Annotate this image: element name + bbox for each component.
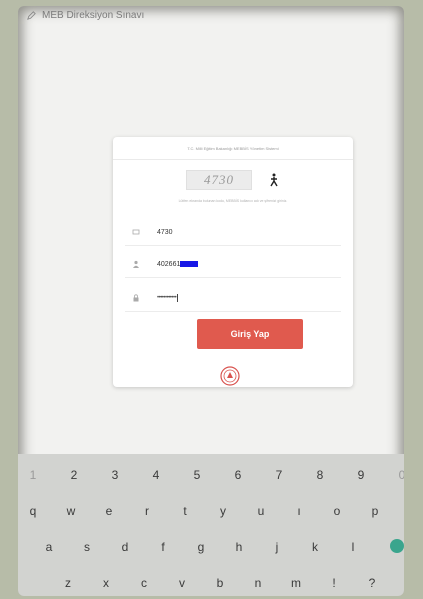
text-caret [177,294,179,302]
key-l[interactable]: l [338,532,368,562]
key-a[interactable]: a [34,532,64,562]
key-o[interactable]: o [322,496,352,526]
key-y[interactable]: y [208,496,238,526]
key-v[interactable]: v [167,568,197,596]
key-r[interactable]: r [132,496,162,526]
key-4[interactable]: 4 [141,460,171,490]
key-z[interactable]: z [53,568,83,596]
captcha-code-value: 4730 [157,228,173,236]
keyboard-row-1: qwertyuıop [18,496,404,526]
key-?[interactable]: ? [357,568,387,596]
key-x[interactable]: x [91,568,121,596]
captcha-image: 4730 [186,170,252,190]
password-value: •••••••••••• [157,294,179,302]
key-8[interactable]: 8 [305,460,335,490]
key-1[interactable]: 1 [18,460,48,490]
soft-keyboard: 1234567890 qwertyuıop asdfghjkl z x c v b n m!… [18,454,404,596]
card-header: T.C. Milli Eğitim Bakanlığı MEBBİS Yönet… [113,137,353,160]
key-w[interactable]: w [56,496,86,526]
username-value: 402661 [157,260,199,268]
key-m[interactable]: m [281,568,311,596]
key-5[interactable]: 5 [182,460,212,490]
password-field[interactable]: •••••••••••• [125,285,341,312]
key-icon [132,229,140,235]
key-ı[interactable]: ı [284,496,314,526]
captcha-row: 4730 [113,169,353,191]
key-g[interactable]: g [186,532,216,562]
keyboard-row-2: asdfghjkl [18,532,404,562]
key-2[interactable]: 2 [59,460,89,490]
key-s[interactable]: s [72,532,102,562]
key-q[interactable]: q [18,496,48,526]
key-7[interactable]: 7 [264,460,294,490]
key-e[interactable]: e [94,496,124,526]
login-button[interactable]: Giriş Yap [197,319,303,349]
username-field[interactable]: 402661 [125,251,341,278]
app-pencil-icon [27,10,36,20]
username-text: 402661 [157,260,181,268]
key-0[interactable]: 0 [387,460,404,490]
key-3[interactable]: 3 [100,460,130,490]
password-icon-box [125,287,147,309]
key-p[interactable]: p [360,496,390,526]
app-window: MEB Direksiyon Sınavı T.C. Milli Eğitim … [18,6,404,596]
key-6[interactable]: 6 [223,460,253,490]
password-dots: •••••••••••• [157,295,177,301]
keyboard-row-3: z x c v b n m!? [18,568,404,596]
key-![interactable]: ! [319,568,349,596]
username-icon-box [125,253,147,275]
key-h[interactable]: h [224,532,254,562]
audio-captcha-icon[interactable] [268,173,280,187]
key-k[interactable]: k [300,532,330,562]
key-t[interactable]: t [170,496,200,526]
user-icon [133,260,139,268]
meb-logo-icon [220,366,240,386]
key-9[interactable]: 9 [346,460,376,490]
key-f[interactable]: f [148,532,178,562]
key-j[interactable]: j [262,532,292,562]
app-title: MEB Direksiyon Sınavı [42,9,145,21]
redaction-mark [180,261,199,267]
key-c[interactable]: c [129,568,159,596]
code-field-icon-box [125,221,147,243]
key-u[interactable]: u [246,496,276,526]
enter-key[interactable] [390,539,404,553]
title-bar: MEB Direksiyon Sınavı [18,6,404,24]
login-card: T.C. Milli Eğitim Bakanlığı MEBBİS Yönet… [113,137,353,387]
keyboard-number-row: 1234567890 [18,460,404,490]
info-text: Lütfen ekranda bulunan kodu, MEBBİS kull… [178,199,288,203]
key-b[interactable]: b [205,568,235,596]
lock-icon [133,294,139,302]
key-d[interactable]: d [110,532,140,562]
captcha-code-field[interactable]: 4730 [125,219,341,246]
key-n[interactable]: n [243,568,273,596]
